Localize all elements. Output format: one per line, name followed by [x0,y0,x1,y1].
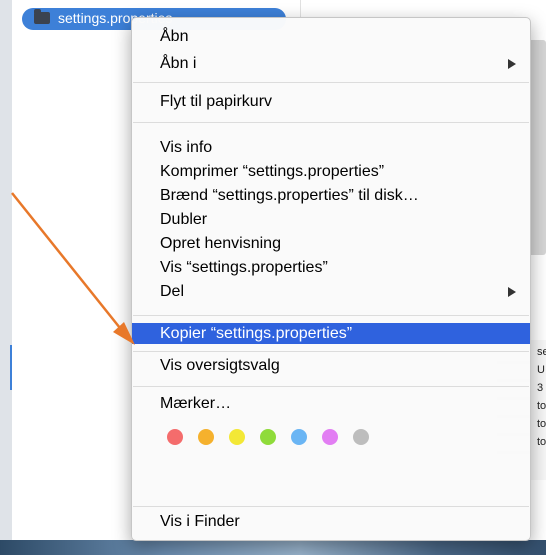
menu-item-label: Vis oversigtsvalg [160,357,280,374]
document-icon [34,9,50,24]
menu-separator [133,122,529,123]
menu-item-move-to-trash[interactable]: Flyt til papirkurv [132,91,530,112]
menu-item-copy[interactable]: Kopier “settings.properties” [132,323,530,344]
tag-red-dot[interactable] [167,429,183,445]
menu-item-label: Vis i Finder [160,513,240,530]
menu-item-show-view-options[interactable]: Vis oversigtsvalg [132,355,530,376]
menu-item-label: Opret henvisning [160,235,281,252]
tag-green-dot[interactable] [260,429,276,445]
menu-item-tags[interactable]: Mærker… [132,393,530,414]
menu-item-make-alias[interactable]: Opret henvisning [132,233,530,254]
tag-yellow-dot[interactable] [229,429,245,445]
menu-item-get-info[interactable]: Vis info [132,137,530,158]
menu-item-open[interactable]: Åbn [132,26,530,47]
menu-item-label: Dubler [160,211,208,228]
menu-item-label: Åbn i [160,55,197,72]
menu-item-reveal-in-finder[interactable]: Vis i Finder [132,511,530,532]
menu-item-label: Vis “settings.properties” [160,259,328,276]
menu-item-quick-look[interactable]: Vis “settings.properties” [132,257,530,278]
info-value-3: 3 [537,382,544,394]
menu-item-label: Åbn [160,28,189,45]
submenu-arrow-icon [508,59,516,69]
tag-blue-dot[interactable] [291,429,307,445]
menu-item-label: Kopier “settings.properties” [160,325,353,342]
tag-gray-dot[interactable] [353,429,369,445]
menu-item-label: Vis info [160,139,213,156]
info-value-1: se [537,346,546,358]
tag-purple-dot[interactable] [322,429,338,445]
menu-item-label: Brænd “settings.properties” til disk… [160,187,419,204]
menu-separator [133,506,529,507]
menu-item-share[interactable]: Del [132,281,530,302]
menu-item-label: Komprimer “settings.properties” [160,163,385,180]
menu-item-open-with[interactable]: Åbn i [132,53,530,74]
tag-orange-dot[interactable] [198,429,214,445]
menu-separator [133,82,529,83]
menu-item-label: Flyt til papirkurv [160,93,273,110]
menu-item-compress[interactable]: Komprimer “settings.properties” [132,161,530,182]
menu-separator [133,386,529,387]
menu-item-burn-to-disc[interactable]: Brænd “settings.properties” til disk… [132,185,530,206]
info-value-4: to [537,400,546,412]
submenu-arrow-icon [508,287,516,297]
context-menu: Åbn Åbn i Flyt til papirkurv Vis info Ko… [131,17,531,541]
menu-item-label: Del [160,283,185,300]
info-value-2: U [537,364,545,376]
menu-separator [133,351,529,352]
desktop-background [0,540,546,555]
info-value-5: to [537,418,546,430]
info-value-6: to [537,436,546,448]
menu-item-duplicate[interactable]: Dubler [132,209,530,230]
menu-item-label: Mærker… [160,395,232,412]
menu-separator [133,315,529,316]
